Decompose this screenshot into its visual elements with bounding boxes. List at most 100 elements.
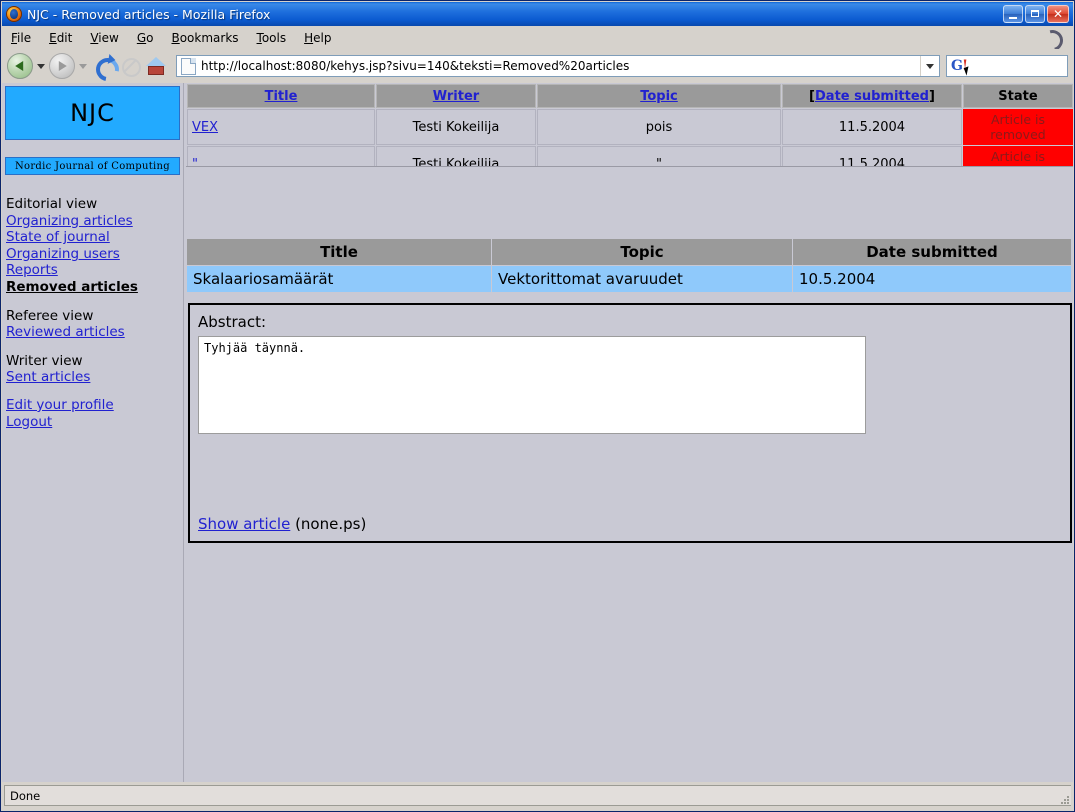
detail-column-header-topic: Topic [492,239,792,265]
menu-go[interactable]: Go [128,29,163,47]
status-badge: Article is removed [963,109,1073,145]
browser-viewport: Title Writer Topic [Date submitted] Stat [2,83,1073,783]
sidebar-item-organizing-users[interactable]: Organizing users [6,246,183,263]
article-title-link[interactable]: " [192,157,198,167]
menu-view-rest: iew [98,30,119,45]
navigation-toolbar: http://localhost:8080/kehys.jsp?sivu=140… [2,49,1073,83]
cell-title[interactable]: " [187,146,375,166]
menu-help-rest: elp [313,30,332,45]
status-badge: Article is removed [963,146,1073,166]
status-text-area: Done [4,785,1071,806]
sidebar-nav: Editorial view Organizing articles State… [2,195,183,430]
detail-cell-title: Skalaariosamäärät [187,266,491,292]
sort-topic-link[interactable]: Topic [640,89,678,104]
menu-file[interactable]: File [2,29,40,47]
menu-bar: File Edit View Go Bookmarks Tools Help [2,26,1073,49]
detail-cell-date: 10.5.2004 [793,266,1071,292]
search-bar[interactable]: G! [946,55,1068,77]
back-history-dropdown-icon[interactable] [37,63,45,69]
address-bar-value[interactable]: http://localhost:8080/kehys.jsp?sivu=140… [201,59,920,73]
menu-help[interactable]: Help [295,29,340,47]
column-header-date-submitted[interactable]: [Date submitted] [782,84,962,108]
window-title: NJC - Removed articles - Mozilla Firefox [27,6,271,22]
sidebar-item-logout[interactable]: Logout [6,414,183,431]
forward-button[interactable] [49,53,75,79]
show-article-link[interactable]: Show article [198,515,290,533]
address-bar[interactable]: http://localhost:8080/kehys.jsp?sivu=140… [176,55,940,77]
back-button[interactable] [7,53,33,79]
sidebar-item-organizing-articles[interactable]: Organizing articles [6,213,183,230]
column-header-title[interactable]: Title [187,84,375,108]
cell-writer: Testi Kokeilija [376,146,536,166]
detail-column-header-title: Title [187,239,491,265]
column-header-topic[interactable]: Topic [537,84,781,108]
cell-writer: Testi Kokeilija [376,109,536,145]
abstract-textarea[interactable] [198,336,866,434]
sidebar-item-edit-your-profile[interactable]: Edit your profile [6,397,183,414]
sort-writer-link[interactable]: Writer [433,89,479,104]
detail-header-row: Title Topic Date submitted [187,239,1071,265]
title-bar: NJC - Removed articles - Mozilla Firefox… [2,2,1073,26]
reload-icon[interactable] [94,55,116,77]
maximize-button[interactable] [1025,5,1045,23]
sidebar-item-state-of-journal[interactable]: State of journal [6,229,183,246]
sidebar-group-writer-label: Writer view [6,352,83,369]
column-header-state: State [963,84,1073,108]
status-text: Done [10,788,41,803]
menu-tools-rest: ools [261,30,287,45]
article-list-table: Title Writer Topic [Date submitted] Stat [186,83,1073,166]
detail-cell-topic: Vektorittomat avaruudet [492,266,792,292]
page-icon [181,57,196,75]
cell-date: 11.5.2004 [782,146,962,166]
search-input[interactable] [967,58,1052,74]
home-icon[interactable] [144,55,168,77]
menu-file-rest: ile [17,30,32,45]
sort-active-suffix: ] [928,88,935,104]
menu-edit[interactable]: Edit [40,29,81,47]
status-bar: Done [2,782,1073,810]
detail-row: Skalaariosamäärät Vektorittomat avaruude… [187,266,1071,292]
article-file-name: (none.ps) [295,515,367,533]
njc-logo: NJC [5,86,180,140]
column-header-writer[interactable]: Writer [376,84,536,108]
stop-icon[interactable] [119,55,141,77]
firefox-brand-icon [1043,29,1065,47]
browser-window: NJC - Removed articles - Mozilla Firefox… [0,0,1075,812]
cell-date: 11.5.2004 [782,109,962,145]
minimize-button[interactable] [1003,5,1023,23]
cell-title[interactable]: VEX [187,109,375,145]
table-row[interactable]: " Testi Kokeilija " 11.5.2004 Article is… [187,146,1073,166]
menu-tools[interactable]: Tools [248,29,296,47]
forward-history-dropdown-icon[interactable] [79,63,87,69]
menu-bookmarks-rest: ookmarks [179,30,239,45]
close-icon: ✕ [1052,7,1064,21]
article-title-link[interactable]: VEX [192,120,218,135]
resize-grip[interactable] [1057,792,1069,804]
sidebar-group-referee-label: Referee view [6,307,94,324]
menu-bookmarks[interactable]: Bookmarks [162,29,247,47]
sidebar-frame: NJC Nordic Journal of Computing Editoria… [2,83,184,783]
window-controls: ✕ [1003,5,1073,23]
close-button[interactable]: ✕ [1047,5,1069,23]
article-list-header-row: Title Writer Topic [Date submitted] Stat [187,84,1073,108]
sidebar-item-reviewed-articles[interactable]: Reviewed articles [6,324,183,341]
sort-date-link[interactable]: Date submitted [815,89,929,104]
cell-topic: " [537,146,781,166]
article-detail-table: Title Topic Date submitted Skalaariosamä… [186,238,1072,293]
sidebar-item-reports[interactable]: Reports [6,262,183,279]
menu-view[interactable]: View [81,29,127,47]
sidebar-item-sent-articles[interactable]: Sent articles [6,369,183,386]
njc-banner-text: Nordic Journal of Computing [14,160,170,172]
sidebar-item-removed-articles[interactable]: Removed articles [6,279,183,296]
menu-go-rest: o [146,30,154,45]
address-bar-dropdown[interactable] [920,56,939,76]
abstract-panel: Abstract: Show article (none.ps) [188,303,1072,543]
table-row[interactable]: VEX Testi Kokeilija pois 11.5.2004 Artic… [187,109,1073,145]
njc-banner: Nordic Journal of Computing [5,157,180,175]
column-header-state-label: State [998,88,1038,104]
sort-title-link[interactable]: Title [265,89,298,104]
google-icon[interactable]: G! [951,59,972,76]
